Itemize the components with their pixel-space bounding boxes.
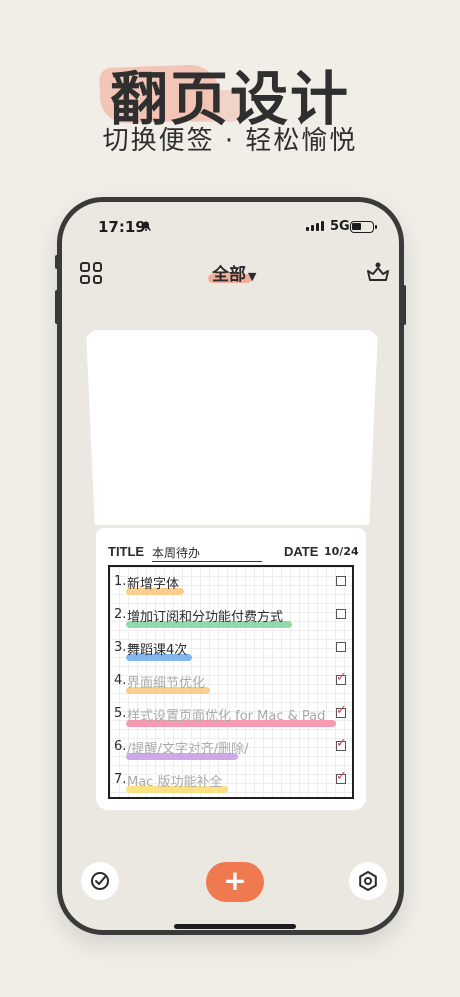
title-value: 本周待办 bbox=[152, 544, 262, 562]
todo-number: 6. bbox=[114, 739, 127, 754]
todo-item[interactable]: 6. /提醒/文字对齐/删除/ ✓ bbox=[110, 732, 352, 765]
settings-button[interactable] bbox=[349, 862, 387, 900]
settings-icon bbox=[359, 871, 377, 891]
check-icon: ✓ bbox=[336, 769, 347, 784]
checkbox-checked[interactable]: ✓ bbox=[336, 736, 347, 751]
phone-frame: 17:19 5G 全部 ▼ TITLE 本周待办 DATE 10/24 1. 新… bbox=[57, 197, 404, 935]
crown-icon[interactable] bbox=[365, 260, 391, 286]
todo-item[interactable]: 7. Mac 版功能补全 ✓ bbox=[110, 765, 352, 798]
todo-number: 1. bbox=[114, 574, 127, 589]
todo-item[interactable]: 2. 增加订阅和分功能付费方式 bbox=[110, 600, 352, 633]
check-circle-button[interactable] bbox=[81, 862, 119, 900]
checkbox[interactable] bbox=[336, 642, 346, 652]
todo-number: 5. bbox=[114, 706, 127, 721]
check-icon: ✓ bbox=[336, 736, 347, 751]
grid-icon[interactable] bbox=[80, 262, 102, 284]
battery-icon bbox=[350, 221, 377, 233]
add-note-button[interactable]: + bbox=[206, 862, 264, 902]
todo-text: /提醒/文字对齐/删除/ bbox=[127, 742, 249, 757]
todo-number: 3. bbox=[114, 640, 127, 655]
chevron-down-icon: ▼ bbox=[248, 270, 257, 283]
checkbox[interactable] bbox=[336, 609, 346, 619]
todo-number: 4. bbox=[114, 673, 127, 688]
todo-text: 界面细节优化 bbox=[127, 676, 206, 691]
todo-item[interactable]: 3. 舞蹈课4次 bbox=[110, 633, 352, 666]
todo-text: Mac 版功能补全 bbox=[127, 775, 223, 790]
todo-text: 舞蹈课4次 bbox=[127, 643, 188, 658]
checkbox-checked[interactable]: ✓ bbox=[336, 769, 347, 784]
status-bar: 17:19 5G bbox=[62, 216, 399, 242]
home-indicator bbox=[174, 924, 296, 929]
todo-list: 1. 新增字体 2. 增加订阅和分功能付费方式 3. 舞蹈课4次 4. 界面细节… bbox=[108, 565, 354, 799]
todo-text: 增加订阅和分功能付费方式 bbox=[127, 610, 284, 625]
filter-dropdown[interactable]: 全部 ▼ bbox=[208, 260, 257, 285]
check-icon: ✓ bbox=[336, 703, 347, 718]
plus-icon: + bbox=[223, 864, 247, 897]
todo-text: 新增字体 bbox=[127, 577, 180, 592]
note-card[interactable]: TITLE 本周待办 DATE 10/24 1. 新增字体 2. 增加订阅和分功… bbox=[96, 528, 366, 810]
checkbox-checked[interactable]: ✓ bbox=[336, 703, 347, 718]
todo-number: 7. bbox=[114, 772, 127, 787]
note-page-flip[interactable] bbox=[86, 330, 378, 525]
network-type: 5G bbox=[330, 219, 350, 234]
checkbox[interactable] bbox=[336, 576, 346, 586]
hero-subtitle: 切换便签 · 轻松愉悦 bbox=[102, 126, 358, 156]
note-header: TITLE 本周待办 DATE 10/24 bbox=[108, 544, 359, 564]
todo-item[interactable]: 4. 界面细节优化 ✓ bbox=[110, 666, 352, 699]
checkbox-checked[interactable]: ✓ bbox=[336, 670, 347, 685]
status-time: 17:19 bbox=[98, 218, 146, 236]
todo-item[interactable]: 5. 样式设置页面优化 for Mac & Pad ✓ bbox=[110, 699, 352, 732]
check-circle-icon bbox=[91, 872, 109, 890]
title-label: TITLE bbox=[108, 544, 145, 559]
date-label: DATE bbox=[284, 544, 319, 559]
signal-icon bbox=[306, 221, 324, 231]
date-value: 10/24 bbox=[324, 545, 359, 558]
bell-slash-icon bbox=[140, 220, 152, 235]
filter-label: 全部 bbox=[212, 265, 246, 285]
check-icon: ✓ bbox=[336, 670, 347, 685]
todo-number: 2. bbox=[114, 607, 127, 622]
nav-bar: 全部 ▼ bbox=[62, 260, 399, 290]
todo-item[interactable]: 1. 新增字体 bbox=[110, 567, 352, 600]
todo-text: 样式设置页面优化 for Mac & Pad bbox=[127, 709, 326, 724]
